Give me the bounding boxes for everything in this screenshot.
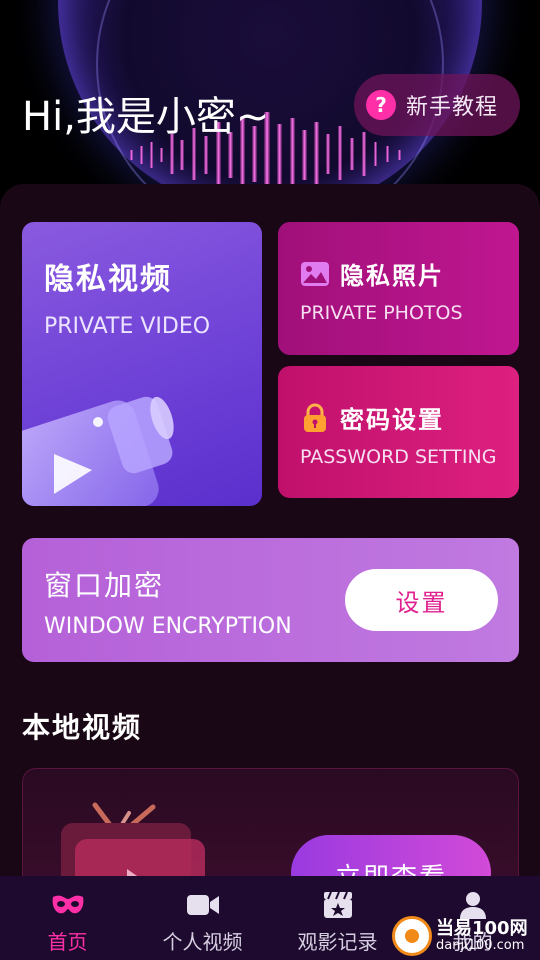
image-icon	[300, 259, 330, 289]
private-video-card[interactable]: 隐私视频 PRIVATE VIDEO	[22, 222, 262, 506]
hero-banner: Hi,我是小密~ ? 新手教程	[0, 0, 540, 200]
password-setting-card[interactable]: 密码设置 PASSWORD SETTING	[278, 366, 519, 498]
private-photos-title: 隐私照片	[340, 262, 444, 290]
local-videos-section-title: 本地视频	[22, 711, 143, 744]
nav-item-home[interactable]: 首页	[0, 876, 135, 960]
private-photos-subtitle: PRIVATE PHOTOS	[300, 302, 463, 324]
mask-icon	[51, 890, 85, 920]
watermark-line1: 当易100网	[436, 917, 528, 939]
window-encryption-settings-button[interactable]: 设置	[345, 569, 498, 631]
watermark-line2: danji100.com	[436, 937, 525, 953]
tutorial-button[interactable]: ? 新手教程	[354, 74, 520, 136]
clapperboard-icon	[321, 890, 355, 920]
video-camera-icon	[186, 890, 220, 920]
greeting-text: Hi,我是小密~	[22, 94, 270, 140]
window-encryption-card: 窗口加密 WINDOW ENCRYPTION 设置	[22, 538, 519, 662]
private-video-title: 隐私视频	[44, 262, 172, 297]
private-video-subtitle: PRIVATE VIDEO	[44, 314, 211, 339]
watermark-logo-icon	[392, 916, 432, 956]
password-setting-subtitle: PASSWORD SETTING	[300, 446, 497, 468]
nav-item-watch-history[interactable]: 观影记录	[270, 876, 405, 960]
nav-item-personal-videos[interactable]: 个人视频	[135, 876, 270, 960]
video-camera-illustration-icon	[22, 396, 174, 506]
nav-item-label: 首页	[47, 930, 88, 954]
password-setting-title: 密码设置	[340, 406, 444, 434]
question-icon: ?	[366, 90, 396, 120]
lock-icon	[300, 403, 330, 433]
tutorial-button-label: 新手教程	[406, 95, 499, 120]
nav-item-label: 个人视频	[162, 930, 243, 954]
window-encryption-subtitle: WINDOW ENCRYPTION	[44, 614, 292, 639]
window-encryption-title: 窗口加密	[44, 569, 165, 602]
nav-item-label: 观影记录	[297, 930, 378, 954]
site-watermark: 当易100网 danji100.com	[392, 912, 540, 960]
private-photos-card[interactable]: 隐私照片 PRIVATE PHOTOS	[278, 222, 519, 355]
